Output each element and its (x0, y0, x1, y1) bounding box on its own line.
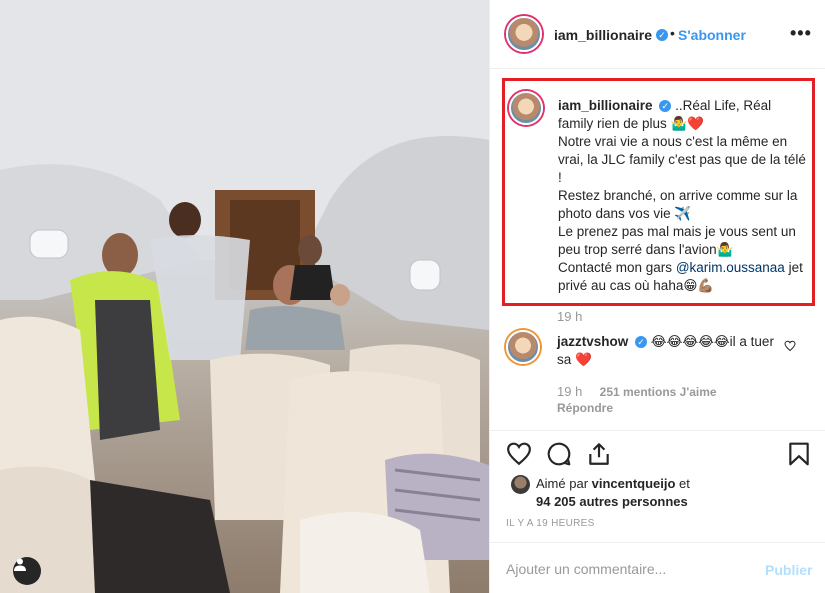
liker-avatar[interactable] (511, 475, 530, 494)
share-icon[interactable] (586, 441, 612, 467)
liker-username[interactable]: vincentqueijo (592, 476, 676, 491)
caption-line-3: Restez branché, on arrive comme sur la p… (558, 188, 798, 221)
liked-by-line: Aimé par vincentqueijo et (536, 476, 690, 491)
caption-username[interactable]: iam_billionaire (558, 98, 653, 113)
author-avatar[interactable] (506, 16, 542, 52)
user-tag-icon (14, 558, 26, 571)
comment-meta: 19 h 251 mentions J'aime (557, 384, 717, 399)
caption-timestamp: 19 h (557, 309, 583, 324)
post-timestamp[interactable]: IL Y A 19 HEURES (506, 518, 595, 529)
caption-text: iam_billionaire ✓ ..Réal Life, Réal fami… (558, 97, 806, 295)
small-heart-icon[interactable] (784, 340, 796, 352)
comment-text: jazztvshow ✓ 😂😂😂😂😂il a tuer sa ❤️ (557, 333, 787, 369)
separator-dot: • (670, 25, 675, 41)
caption-line-5-prefix: Contacté mon gars (558, 260, 676, 275)
liked-by-prefix: Aimé par (536, 476, 592, 491)
comment-timestamp: 19 h (557, 384, 583, 399)
comment-likes-count[interactable]: 251 mentions J'aime (600, 385, 717, 399)
liked-by-suffix: et (675, 476, 690, 491)
comment-input[interactable] (506, 558, 746, 580)
comment-composer: Publier (490, 542, 825, 593)
commenter-username[interactable]: jazztvshow (557, 334, 628, 349)
jet-cabin-photo (0, 0, 489, 593)
action-bar (490, 430, 825, 474)
speech-bubble-icon[interactable] (546, 441, 572, 467)
more-options-icon[interactable]: ••• (790, 23, 812, 44)
post-photo[interactable] (0, 0, 489, 593)
commenter-avatar[interactable] (506, 330, 540, 364)
caption-line-2: Notre vrai vie a nous c'est la même en v… (558, 134, 806, 185)
caption-author-avatar[interactable] (509, 91, 543, 125)
comment-item: jazztvshow ✓ 😂😂😂😂😂il a tuer sa ❤️ 19 h 2… (490, 325, 825, 415)
follow-button[interactable]: S'abonner (678, 27, 746, 43)
others-likes-link[interactable]: 94 205 autres personnes (536, 494, 688, 509)
commenter-verified-badge-icon: ✓ (635, 336, 648, 349)
caption-line-4: Le prenez pas mal mais je vous sent un p… (558, 224, 796, 257)
user-tag-button[interactable] (13, 557, 41, 585)
bookmark-icon[interactable] (786, 441, 812, 467)
author-username[interactable]: iam_billionaire (554, 27, 652, 43)
reply-button[interactable]: Répondre (557, 401, 613, 415)
caption-mention-link[interactable]: @karim.oussanaa (676, 260, 785, 275)
post-sidebar: iam_billionaire ✓ • S'abonner ••• iam_bi… (489, 0, 825, 593)
verified-badge-icon: ✓ (656, 29, 668, 41)
publish-button[interactable]: Publier (765, 562, 812, 578)
post-header: iam_billionaire ✓ • S'abonner ••• (490, 0, 825, 69)
caption-verified-badge-icon: ✓ (659, 100, 672, 113)
caption-highlight: iam_billionaire ✓ ..Réal Life, Réal fami… (502, 78, 815, 306)
heart-icon[interactable] (506, 441, 532, 467)
